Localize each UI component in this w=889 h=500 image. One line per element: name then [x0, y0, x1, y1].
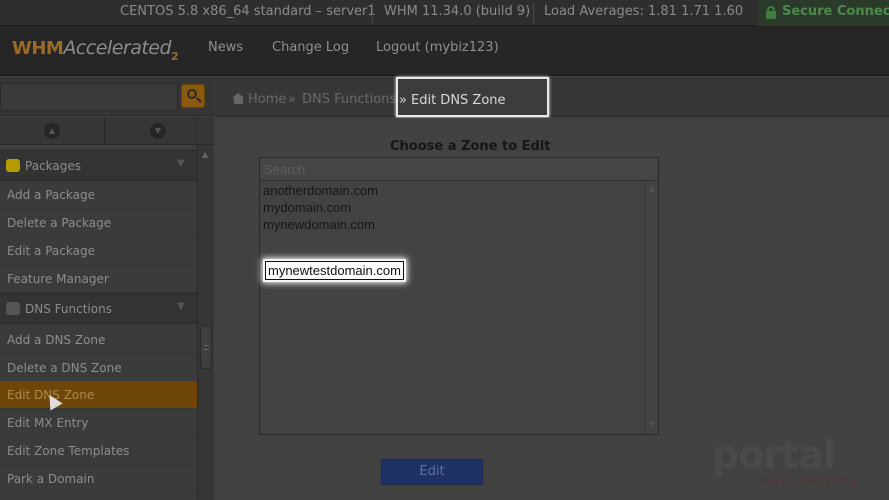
zone-option[interactable]: mynewdomain.com — [263, 217, 375, 232]
breadcrumb-dns-functions[interactable]: DNS Functions — [302, 92, 396, 107]
divider — [533, 3, 534, 23]
sidebar-item-label: Edit a Package — [7, 244, 95, 258]
sidebar-item-label: Delete a DNS Zone — [7, 361, 122, 375]
sidebar-item-delete-dns-zone[interactable]: Delete a DNS Zone — [0, 354, 197, 382]
scroll-up-icon[interactable]: ▲ — [202, 150, 208, 159]
zone-list[interactable]: anotherdomain.com mydomain.com mynewdoma… — [260, 182, 645, 434]
search-button[interactable] — [181, 84, 205, 108]
sidebar-menu: Packages ▼ Add a Package Delete a Packag… — [0, 148, 197, 500]
portal-watermark-logo: portal web hosting — [712, 436, 860, 487]
sidebar-item-add-dns-zone[interactable]: Add a DNS Zone — [0, 326, 197, 354]
breadcrumb-current: Edit DNS Zone — [411, 93, 506, 108]
sidebar-item-edit-zone-templates[interactable]: Edit Zone Templates — [0, 437, 197, 465]
logo-whm: WHM — [12, 38, 64, 59]
header: WHMAccelerated2 News Change Log Logout (… — [0, 26, 889, 76]
secure-connection-label: Secure Connection — [782, 4, 889, 19]
scroll-down-icon[interactable]: ▼ — [649, 420, 654, 428]
breadcrumb-current-highlight: » Edit DNS Zone — [396, 77, 549, 117]
server-info: CENTOS 5.8 x86_64 standard – server1 — [120, 4, 376, 19]
sidebar-item-label: Add a DNS Zone — [7, 333, 106, 347]
scroll-up-icon[interactable]: ▲ — [649, 185, 654, 193]
sidebar-item-delete-package[interactable]: Delete a Package — [0, 209, 197, 237]
dns-icon — [6, 302, 20, 315]
page-title: Choose a Zone to Edit — [390, 139, 551, 154]
whm-version: WHM 11.34.0 (build 9) — [384, 4, 531, 19]
expand-all-button[interactable]: ▲ — [0, 117, 105, 145]
chevron-down-icon: ▼ — [177, 301, 185, 312]
zone-search-placeholder: Search — [264, 162, 306, 177]
sidebar-category-label: Packages — [25, 159, 81, 173]
zone-option-selected[interactable]: mynewtestdomain.com — [265, 261, 404, 280]
sidebar-collapse-row: ▲ ▼ — [0, 117, 214, 145]
zone-search-input[interactable]: Search — [260, 158, 658, 181]
logo-accelerated: Accelerated — [63, 37, 172, 59]
zone-option[interactable]: anotherdomain.com — [263, 183, 378, 198]
load-averages: Load Averages: 1.81 1.71 1.60 — [544, 4, 744, 19]
chevron-down-icon: ▼ — [177, 158, 185, 169]
collapse-all-button[interactable]: ▼ — [105, 117, 197, 145]
sidebar-item-label: Delete a Package — [7, 216, 112, 230]
divider — [372, 3, 373, 23]
sidebar-item-edit-dns-zone[interactable]: Edit DNS Zone — [0, 381, 197, 409]
chevron-up-icon: ▲ — [44, 123, 60, 139]
nav-logout[interactable]: Logout (mybiz123) — [376, 40, 499, 55]
sidebar-item-label: Add a Package — [7, 188, 95, 202]
sidebar-search-input[interactable] — [0, 83, 178, 111]
edit-button[interactable]: Edit — [381, 459, 483, 485]
sidebar-item-label: Feature Manager — [7, 272, 109, 286]
chevron-down-icon: ▼ — [150, 123, 166, 139]
watermark-subtext: web hosting — [760, 474, 860, 487]
zone-selector: Search anotherdomain.com mydomain.com my… — [259, 157, 659, 435]
nav-change-log[interactable]: Change Log — [272, 40, 349, 55]
sidebar-item-park-domain[interactable]: Park a Domain — [0, 465, 197, 493]
nav-news[interactable]: News — [208, 40, 243, 55]
status-bar: CENTOS 5.8 x86_64 standard – server1 WHM… — [0, 0, 889, 26]
sidebar-item-feature-manager[interactable]: Feature Manager — [0, 265, 197, 293]
sidebar-scroll-thumb[interactable] — [200, 325, 212, 369]
sidebar-category-packages[interactable]: Packages ▼ — [0, 150, 197, 181]
sidebar-scrollbar[interactable]: ▲ — [197, 145, 214, 500]
breadcrumb-separator: » — [288, 92, 296, 107]
secure-connection-badge: Secure Connection — [758, 0, 889, 26]
sidebar-category-label: DNS Functions — [25, 302, 112, 316]
breadcrumb-separator: » — [399, 93, 407, 108]
breadcrumb-home[interactable]: Home — [248, 92, 286, 107]
sidebar-item-edit-mx-entry[interactable]: Edit MX Entry — [0, 409, 197, 437]
sidebar-item-label: Edit MX Entry — [7, 416, 89, 430]
lock-icon — [766, 6, 776, 19]
zone-list-scrollbar[interactable]: ▲ ▼ — [645, 182, 658, 434]
sidebar-item-edit-package[interactable]: Edit a Package — [0, 237, 197, 265]
zone-option[interactable]: mydomain.com — [263, 200, 351, 215]
sidebar-item-add-package[interactable]: Add a Package — [0, 181, 197, 209]
whm-logo[interactable]: WHMAccelerated2 — [12, 37, 179, 63]
sidebar-item-label: Park a Domain — [7, 472, 95, 486]
package-icon — [6, 159, 20, 172]
logo-version: 2 — [171, 50, 179, 63]
sidebar-item-label: Edit Zone Templates — [7, 444, 130, 458]
home-icon[interactable] — [232, 93, 245, 104]
watermark-text: portal — [712, 433, 836, 477]
sidebar-category-dns-functions[interactable]: DNS Functions ▼ — [0, 293, 197, 324]
